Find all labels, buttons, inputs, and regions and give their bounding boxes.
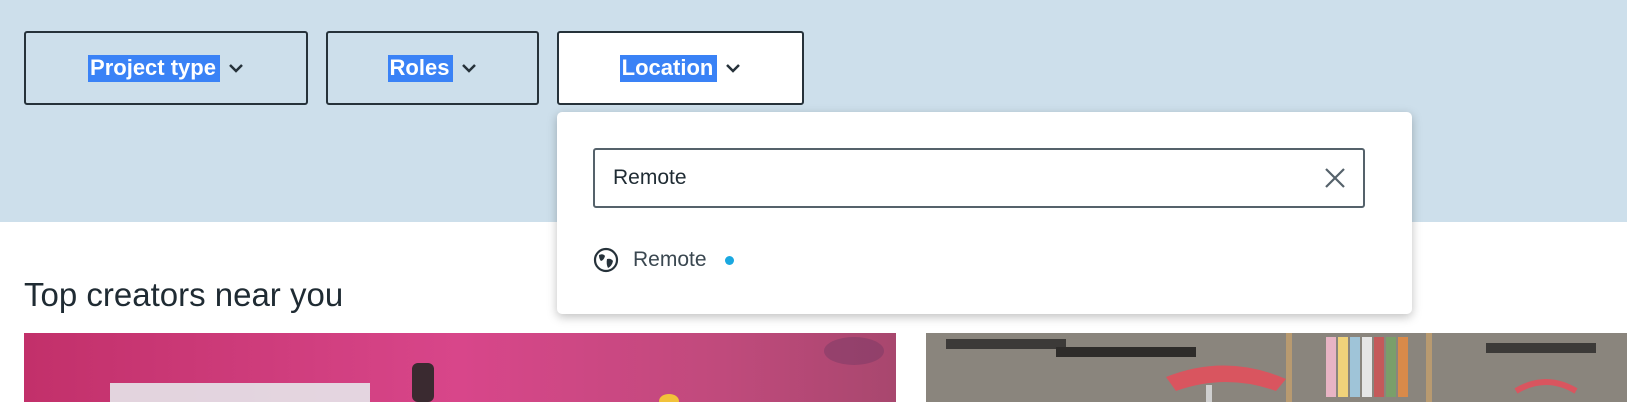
location-search-field[interactable] <box>593 148 1365 208</box>
close-icon <box>1325 168 1345 188</box>
chevron-down-icon <box>462 64 477 73</box>
roles-filter-label: Roles <box>387 54 454 82</box>
creator-card-image[interactable] <box>926 333 1627 402</box>
globe-icon <box>593 247 619 273</box>
creator-image-art <box>926 333 1627 402</box>
creator-image-art <box>110 337 884 402</box>
section-title: Top creators near you <box>24 276 344 313</box>
roles-filter-button[interactable]: Roles <box>326 31 539 105</box>
suggestion-indicator-dot <box>724 255 734 265</box>
project-type-filter-label: Project type <box>88 54 220 82</box>
project-type-filter-button[interactable]: Project type <box>24 31 308 105</box>
chevron-down-icon <box>229 64 243 73</box>
location-filter-button[interactable]: Location <box>557 31 804 105</box>
location-suggestion-label: Remote <box>633 248 707 271</box>
location-search-input[interactable] <box>613 150 1303 206</box>
location-dropdown: Remote <box>557 112 1412 314</box>
location-filter-label: Location <box>619 54 718 82</box>
creator-card-image[interactable] <box>24 333 896 402</box>
location-suggestion-remote[interactable]: Remote <box>593 244 734 276</box>
chevron-down-icon <box>726 64 741 73</box>
clear-search-button[interactable] <box>1321 164 1349 192</box>
